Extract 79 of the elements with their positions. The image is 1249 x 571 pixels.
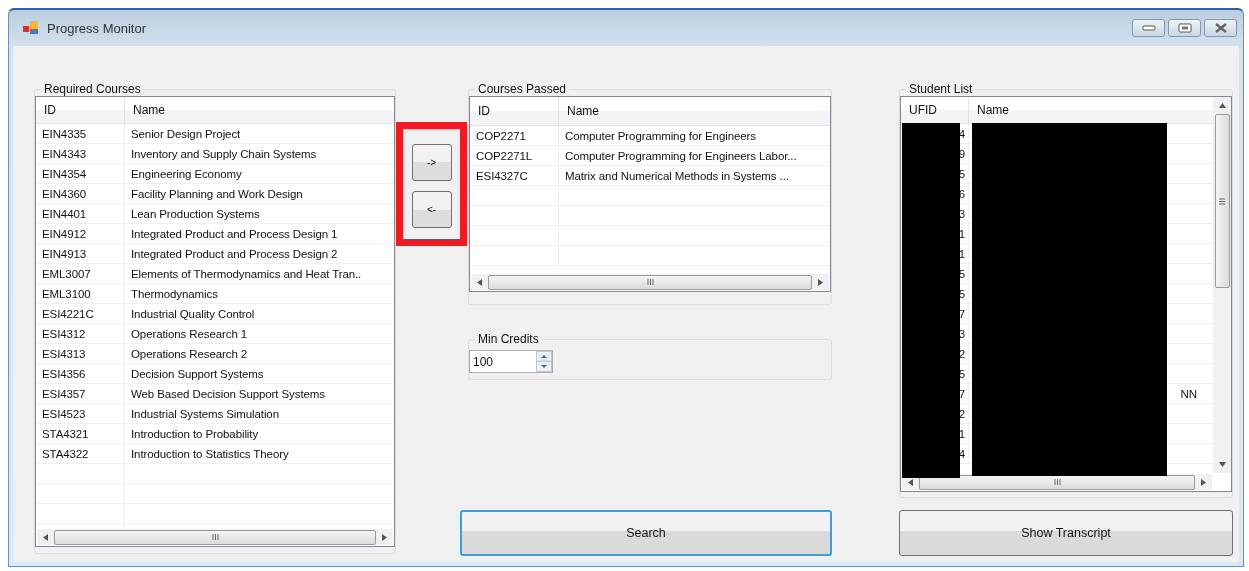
table-cell-text: Thermodynamics — [130, 287, 218, 300]
table-cell-text: Facility Planning and Work Design — [130, 187, 303, 200]
table-cell: EIN4360 — [36, 184, 125, 203]
table-cell: EIN4335 — [36, 124, 125, 143]
app-icon — [23, 21, 39, 35]
table-cell-text: Web Based Decision Support Systems — [130, 387, 325, 400]
table-cell: ESI4312 — [36, 324, 125, 343]
vertical-scrollbar[interactable] — [1213, 97, 1231, 473]
spinner-arrows-icon[interactable] — [536, 351, 552, 372]
scrollbar-thumb[interactable] — [1214, 114, 1230, 288]
table-cell: EIN4343 — [36, 144, 125, 163]
table-cell: STA4321 — [36, 424, 125, 443]
maximize-button[interactable] — [1168, 19, 1201, 37]
table-cell: COP2271L — [470, 146, 559, 165]
column-header[interactable]: ID — [470, 97, 559, 125]
window-title: Progress Monitor — [47, 20, 146, 36]
group-label: Student List — [908, 82, 974, 96]
scroll-right-icon[interactable] — [1201, 478, 1206, 486]
move-button[interactable]: -> — [411, 144, 452, 181]
column-header[interactable]: Name — [969, 97, 1009, 123]
table-cell: COP2271 — [470, 126, 559, 145]
grip-icon — [646, 279, 654, 285]
table-cell: ESI4221C — [36, 304, 125, 323]
table-cell-text: Operations Research 1 — [130, 327, 248, 340]
table-cell-text: Industrial Systems Simulation — [130, 407, 279, 420]
course-list[interactable]: ID Name COP2271 Computer Programming for Engineers COP2271L Computer Programming for Engineers Labor... ESI4327C Matrix and Numerical Methods in Systems ... — [469, 96, 831, 292]
table-cell: STA4322 — [36, 444, 125, 463]
table-cell-text: Integrated Product and Process Design 2 — [130, 247, 338, 260]
table-cell: EML3100 — [36, 284, 125, 303]
table-cell: ESI4327C — [470, 166, 559, 185]
table-cell-text: Senior Design Project — [130, 127, 241, 140]
table-cell-text: Elements of Thermodynamics and Heat Tran.. — [130, 267, 362, 280]
scroll-right-icon[interactable] — [818, 278, 823, 286]
scroll-down-icon[interactable] — [1218, 462, 1226, 467]
grip-icon — [1219, 197, 1225, 205]
scroll-up-icon[interactable] — [1218, 103, 1226, 108]
scroll-left-icon[interactable] — [908, 478, 913, 486]
group-label: Courses Passed — [477, 82, 568, 96]
close-button[interactable] — [1204, 19, 1237, 37]
table-cell: EIN4401 — [36, 204, 125, 223]
table-cell-text: Integrated Product and Process Design 1 — [130, 227, 338, 240]
table-cell-text: Introduction to Statistics Theory — [130, 447, 289, 460]
scroll-left-icon[interactable] — [43, 533, 48, 541]
table-cell-text: Introduction to Probability — [130, 427, 259, 440]
column-header[interactable]: ID — [36, 97, 125, 123]
minimize-button[interactable] — [1132, 19, 1165, 37]
table-cell-text: Computer Programming for Engineers Labor... — [564, 149, 797, 162]
close-icon — [1213, 23, 1228, 33]
grip-icon — [211, 534, 219, 540]
group-label: Required Courses — [43, 82, 142, 96]
table-cell: ESI4313 — [36, 344, 125, 363]
grip-icon — [1053, 479, 1061, 485]
table-cell: EIN4912 — [36, 224, 125, 243]
column-header[interactable]: Name — [559, 97, 599, 125]
scroll-right-icon[interactable] — [382, 533, 387, 541]
maximize-icon — [1177, 23, 1192, 33]
show-transcript-button[interactable]: Show Transcript — [899, 510, 1233, 556]
move-button[interactable]: <- — [411, 191, 452, 228]
table-cell: EML3007 — [36, 264, 125, 283]
table-cell-text: Decision Support Systems — [130, 367, 264, 380]
search-button[interactable]: Search — [460, 510, 832, 556]
table-cell: ESI4356 — [36, 364, 125, 383]
table-cell-text: Industrial Quality Control — [130, 307, 255, 320]
table-cell: ESI4357 — [36, 384, 125, 403]
table-cell: EIN4913 — [36, 244, 125, 263]
table-cell: EIN4354 — [36, 164, 125, 183]
table-cell: ESI4523 — [36, 404, 125, 423]
table-cell-text: NN — [1179, 387, 1198, 400]
group-label: Min Credits — [477, 332, 540, 346]
table-cell-text: Operations Research 2 — [130, 347, 248, 360]
table-cell-text: Computer Programming for Engineers — [564, 129, 756, 142]
column-header[interactable]: Name — [125, 97, 165, 123]
number-field[interactable]: 100 — [469, 350, 553, 373]
table-cell-text: Engineering Economy — [130, 167, 242, 180]
table-cell-text: Matrix and Numerical Methods in Systems ... — [564, 169, 789, 182]
scroll-left-icon[interactable] — [477, 278, 482, 286]
table-cell-text: Lean Production Systems — [130, 207, 260, 220]
minimize-icon — [1141, 24, 1156, 32]
table-cell-text: Inventory and Supply Chain Systems — [130, 147, 317, 160]
